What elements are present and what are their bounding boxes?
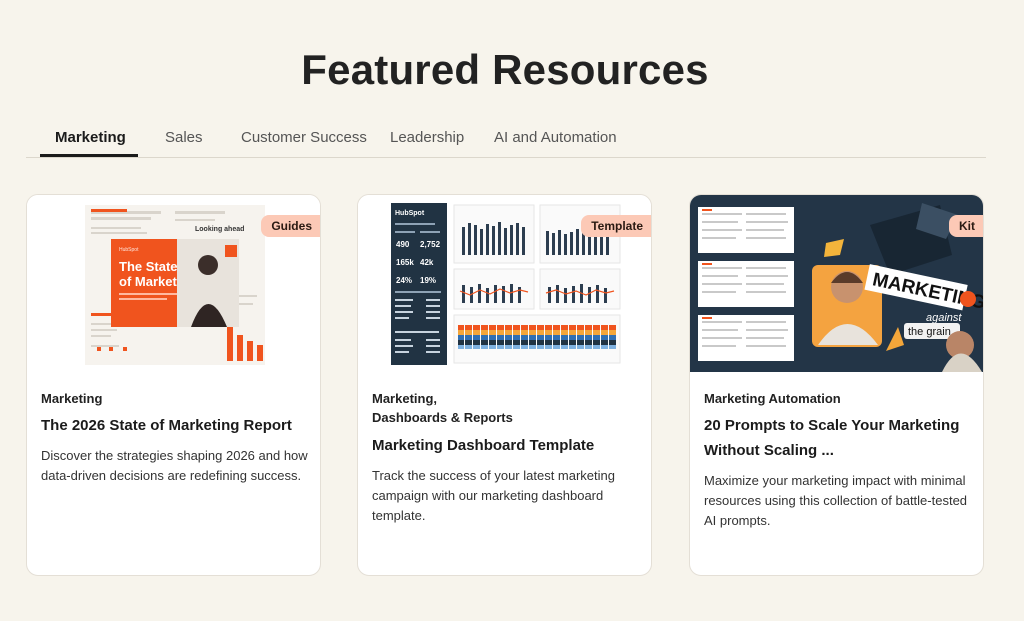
active-tab-indicator: [40, 154, 138, 157]
tab-marketing[interactable]: Marketing: [55, 129, 126, 146]
page-title: Featured Resources: [301, 46, 709, 93]
card-description: Track the success of your latest marketi…: [372, 468, 616, 523]
svg-text:490: 490: [396, 240, 410, 249]
card-category-secondary: Dashboards & Reports: [372, 410, 513, 425]
resource-card-ai-prompts-kit[interactable]: MARKETING against the grain Kit Marketin…: [689, 194, 984, 576]
resource-tabs: Marketing Sales Customer Success Leaders…: [26, 118, 986, 158]
svg-text:The State: The State: [119, 259, 178, 274]
tab-customer-success[interactable]: Customer Success: [241, 129, 367, 146]
card-thumbnail: HubSpot 490 2,752 165k 42k 24% 19% Templ…: [358, 195, 651, 372]
svg-text:2,752: 2,752: [420, 240, 441, 249]
card-title[interactable]: 20 Prompts to Scale Your Marketing Witho…: [704, 413, 974, 463]
svg-text:against: against: [926, 312, 962, 324]
card-title[interactable]: The 2026 State of Marketing Report: [41, 413, 311, 438]
card-thumbnail: Looking ahead HubSpot The State of Marke…: [27, 195, 320, 372]
svg-text:42k: 42k: [420, 258, 434, 267]
resource-card-dashboard-template[interactable]: HubSpot 490 2,752 165k 42k 24% 19% Templ…: [357, 194, 652, 576]
tab-leadership[interactable]: Leadership: [390, 129, 464, 146]
card-thumbnail: MARKETING against the grain Kit: [690, 195, 983, 372]
tab-ai-and-automation[interactable]: AI and Automation: [494, 129, 617, 146]
svg-text:19%: 19%: [420, 276, 436, 285]
card-title[interactable]: Marketing Dashboard Template: [372, 433, 642, 458]
resource-type-badge: Template: [581, 215, 651, 237]
svg-text:HubSpot: HubSpot: [395, 210, 425, 217]
card-category: Marketing: [41, 391, 103, 406]
card-category: Marketing,: [372, 391, 438, 406]
tab-sales[interactable]: Sales: [165, 129, 203, 146]
svg-text:the grain: the grain: [908, 326, 951, 338]
svg-text:24%: 24%: [396, 276, 412, 285]
card-category: Marketing Automation: [704, 391, 841, 406]
svg-text:165k: 165k: [396, 258, 414, 267]
resource-card-state-of-marketing[interactable]: Looking ahead HubSpot The State of Marke…: [26, 194, 321, 576]
card-description: Discover the strategies shaping 2026 and…: [41, 448, 308, 483]
svg-text:HubSpot: HubSpot: [119, 247, 139, 253]
card-description: Maximize your marketing impact with mini…: [704, 473, 968, 528]
resource-type-badge: Kit: [949, 215, 983, 237]
svg-text:Looking ahead: Looking ahead: [195, 226, 244, 233]
resource-type-badge: Guides: [261, 215, 320, 237]
